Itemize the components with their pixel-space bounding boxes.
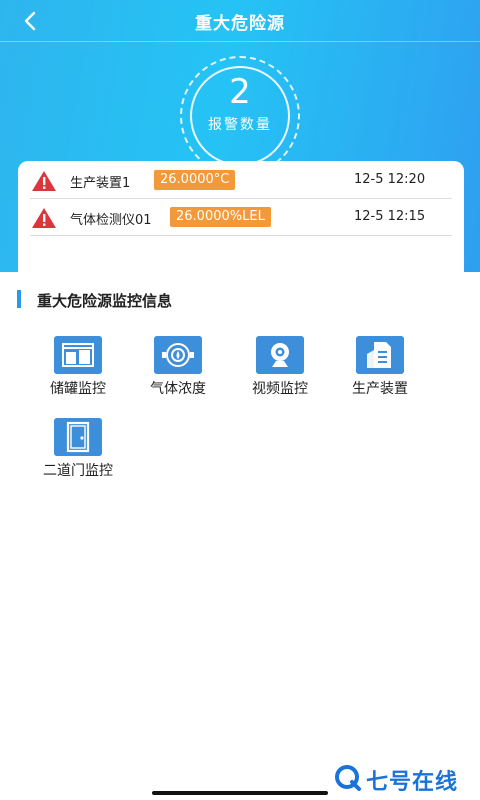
tile-label: 储罐监控 <box>50 381 106 397</box>
section-title: 重大危险源监控信息 <box>37 292 173 310</box>
home-indicator[interactable] <box>152 791 328 795</box>
alarm-reading-badge: 26.0000°C <box>154 170 236 190</box>
alarm-count-label: 报警数量 <box>208 117 272 133</box>
production-device-icon <box>356 336 404 374</box>
tile-gas-concentration[interactable]: 气体浓度 <box>124 336 224 400</box>
alarm-count: 2 <box>229 72 251 112</box>
tile-production-device[interactable]: 生产装置 <box>326 336 426 400</box>
warning-icon <box>32 171 56 191</box>
page-title: 重大危险源 <box>195 14 285 34</box>
alarm-list: 生产装置1 26.0000°C 12-5 12:20 气体检测仪01 26.00… <box>18 161 464 272</box>
tile-storage-tank-monitor[interactable]: 储罐监控 <box>24 336 124 400</box>
nav-bar: 重大危险源 <box>0 0 480 42</box>
tile-label: 生产装置 <box>352 381 408 397</box>
tile-second-door-monitor[interactable]: 二道门监控 <box>24 418 124 482</box>
alarm-row[interactable]: 气体检测仪01 26.0000%LEL 12-5 12:15 <box>30 199 452 236</box>
tile-label: 视频监控 <box>252 381 308 397</box>
gas-concentration-icon <box>154 336 202 374</box>
alarm-time: 12-5 12:20 <box>354 172 426 187</box>
storage-tank-icon <box>54 336 102 374</box>
tile-video-monitor[interactable]: 视频监控 <box>226 336 326 400</box>
camera-icon <box>256 336 304 374</box>
tile-label: 气体浓度 <box>150 381 206 397</box>
door-icon <box>54 418 102 456</box>
q-logo-icon <box>335 765 361 791</box>
header-banner: 重大危险源 2 报警数量 生产装置1 26.0000°C 12-5 12:20 … <box>0 0 480 272</box>
alarm-device-name: 气体检测仪01 <box>70 213 152 228</box>
warning-icon <box>32 208 56 228</box>
watermark-text: 七号在线 <box>366 770 459 795</box>
alarm-row[interactable]: 生产装置1 26.0000°C 12-5 12:20 <box>30 162 452 199</box>
section-accent-bar <box>17 290 21 308</box>
alarm-reading-badge: 26.0000%LEL <box>170 207 271 227</box>
alarm-device-name: 生产装置1 <box>70 176 131 191</box>
tile-label: 二道门监控 <box>43 463 113 479</box>
alarm-time: 12-5 12:15 <box>354 209 426 224</box>
